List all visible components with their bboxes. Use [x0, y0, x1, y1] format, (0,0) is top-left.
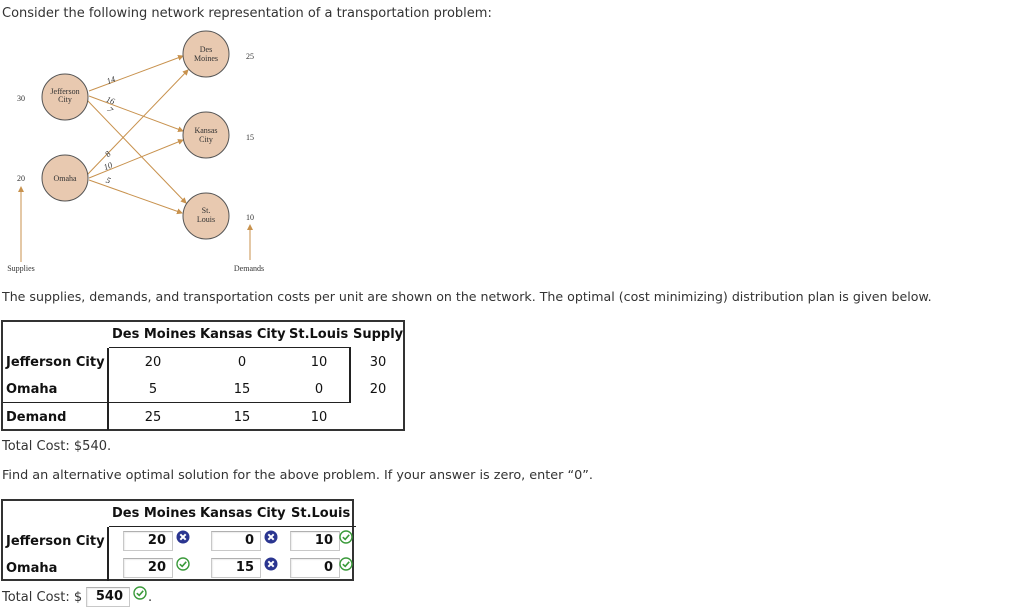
- row-label: Jefferson City: [6, 534, 105, 549]
- answer-table: Des Moines Kansas City St.Louis Jefferso…: [1, 499, 356, 581]
- demand-value: 15: [246, 133, 254, 142]
- demands-label: Demands: [234, 264, 264, 273]
- node-label: St.: [202, 206, 211, 215]
- node-label: Omaha: [53, 174, 77, 183]
- demand-value: 25: [246, 52, 254, 61]
- demand-value: 25: [144, 410, 162, 425]
- column-header: Des Moines: [112, 327, 197, 342]
- demand-value: 10: [310, 410, 328, 425]
- network-diagram: 14 16 7 8 10 5 Jefferson City Omaha Des …: [7, 30, 264, 273]
- answer-input-jefferson-st-louis[interactable]: 10: [290, 531, 340, 551]
- answer-input-jefferson-kansas-city[interactable]: 0: [211, 531, 261, 551]
- node-label: Moines: [194, 54, 218, 63]
- correct-icon: [339, 530, 353, 544]
- total-cost-text: Total Cost: $540.: [2, 439, 112, 454]
- node-label: Kansas: [194, 126, 217, 135]
- demand-value: 15: [233, 410, 251, 425]
- total-cost-suffix: .: [148, 590, 153, 605]
- column-header: Supply: [353, 327, 404, 342]
- demand-value: 10: [246, 213, 254, 222]
- supply-value: 30: [17, 94, 25, 103]
- supply-value: 30: [369, 355, 387, 370]
- correct-icon: [339, 557, 353, 571]
- supplies-label: Supplies: [7, 264, 35, 273]
- answer-input-omaha-des-moines[interactable]: 20: [123, 558, 173, 578]
- cost-label-omaha-st-louis: 5: [105, 175, 112, 186]
- incorrect-icon: [264, 530, 278, 544]
- column-header: St.Louis: [291, 506, 351, 521]
- node-label: Louis: [197, 215, 215, 224]
- supply-value: 20: [369, 382, 387, 397]
- answer-input-omaha-st-louis[interactable]: 0: [290, 558, 340, 578]
- correct-icon: [133, 586, 147, 600]
- cell-value: 0: [237, 355, 247, 370]
- incorrect-icon: [176, 530, 190, 544]
- answer-input-omaha-kansas-city[interactable]: 15: [211, 558, 261, 578]
- column-header: Kansas City: [200, 506, 286, 521]
- answer-input-jefferson-des-moines[interactable]: 20: [123, 531, 173, 551]
- edge-jefferson-des-moines: [88, 54, 184, 92]
- cell-value: 10: [310, 355, 328, 370]
- row-label: Omaha: [6, 561, 58, 576]
- intro-text: Consider the following network represent…: [2, 6, 492, 21]
- node-label: Des: [200, 45, 212, 54]
- edge-jefferson-kansas-city: [88, 95, 184, 133]
- description-text: The supplies, demands, and transportatio…: [2, 289, 932, 304]
- row-label: Omaha: [6, 382, 58, 397]
- edge-omaha-kansas-city: [88, 139, 184, 179]
- cost-label-jefferson-des-moines: 14: [105, 74, 117, 87]
- total-cost-prefix: Total Cost: $: [2, 590, 83, 605]
- cell-value: 15: [233, 382, 251, 397]
- row-label: Jefferson City: [6, 355, 105, 370]
- optimal-plan-table: Des Moines Kansas City St.Louis Supply J…: [1, 320, 405, 431]
- cost-label-omaha-kansas-city: 10: [102, 160, 114, 173]
- cost-label-jefferson-st-louis: 7: [105, 105, 116, 116]
- node-label: City: [58, 95, 72, 104]
- column-header: Des Moines: [112, 506, 197, 521]
- supply-value: 20: [17, 174, 25, 183]
- total-cost-input[interactable]: 540: [86, 587, 130, 607]
- cell-value: 5: [148, 382, 158, 397]
- correct-icon: [176, 557, 190, 571]
- answer-total-cost: Total Cost: $: [2, 590, 82, 605]
- node-label: City: [199, 135, 213, 144]
- cell-value: 0: [314, 382, 324, 397]
- row-label: Demand: [6, 410, 67, 425]
- cell-value: 20: [144, 355, 162, 370]
- incorrect-icon: [264, 557, 278, 571]
- column-header: St.Louis: [289, 327, 349, 342]
- column-header: Kansas City: [200, 327, 286, 342]
- instruction-text: Find an alternative optimal solution for…: [2, 468, 593, 483]
